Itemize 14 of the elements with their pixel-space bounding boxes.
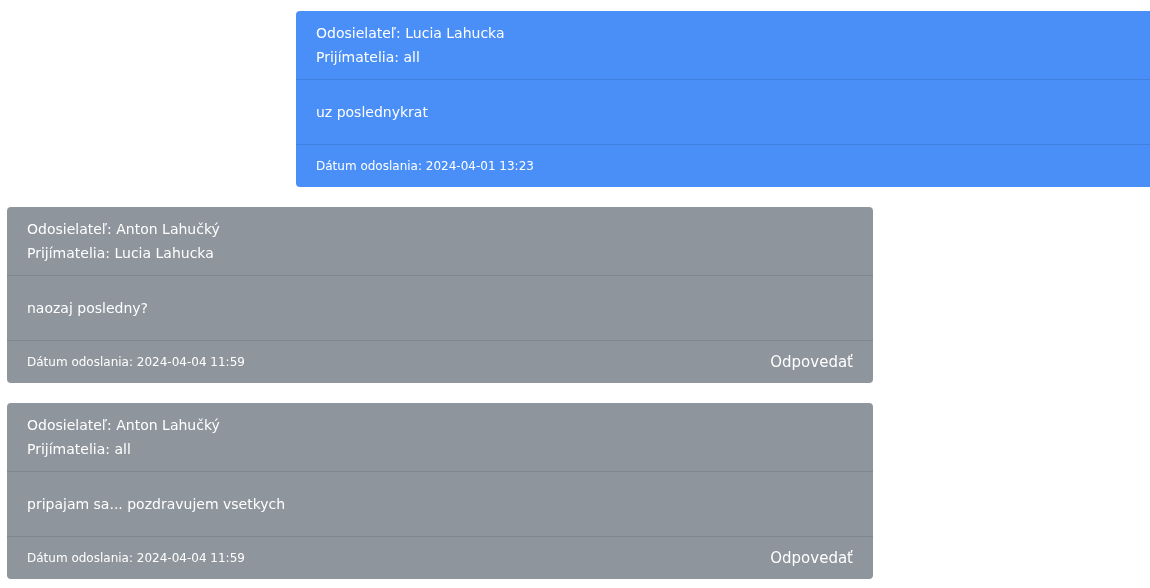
recipients-text: Prijímatelia: Lucia Lahucka [27,244,215,263]
sent-date: Dátum odoslania: 2024-04-04 11:59 [27,355,245,369]
sender-text: Odosielateľ: Anton Lahučký [27,220,221,239]
reply-button[interactable]: Odpovedať [770,547,853,569]
sent-date: Dátum odoslania: 2024-04-01 13:23 [316,159,534,173]
reply-button[interactable]: Odpovedať [770,351,853,373]
message-text: pripajam sa... pozdravujem vsetkych [27,496,286,512]
sender-text: Odosielateľ: Lucia Lahucka [316,24,506,43]
sent-date: Dátum odoslania: 2024-04-04 11:59 [27,551,245,565]
message-text: naozaj posledny? [27,300,148,316]
recipients-text: Prijímatelia: all [316,48,421,67]
sender-text: Odosielateľ: Anton Lahučký [27,416,221,435]
message-text: uz poslednykrat [316,104,428,120]
recipients-text: Prijímatelia: all [27,440,132,459]
